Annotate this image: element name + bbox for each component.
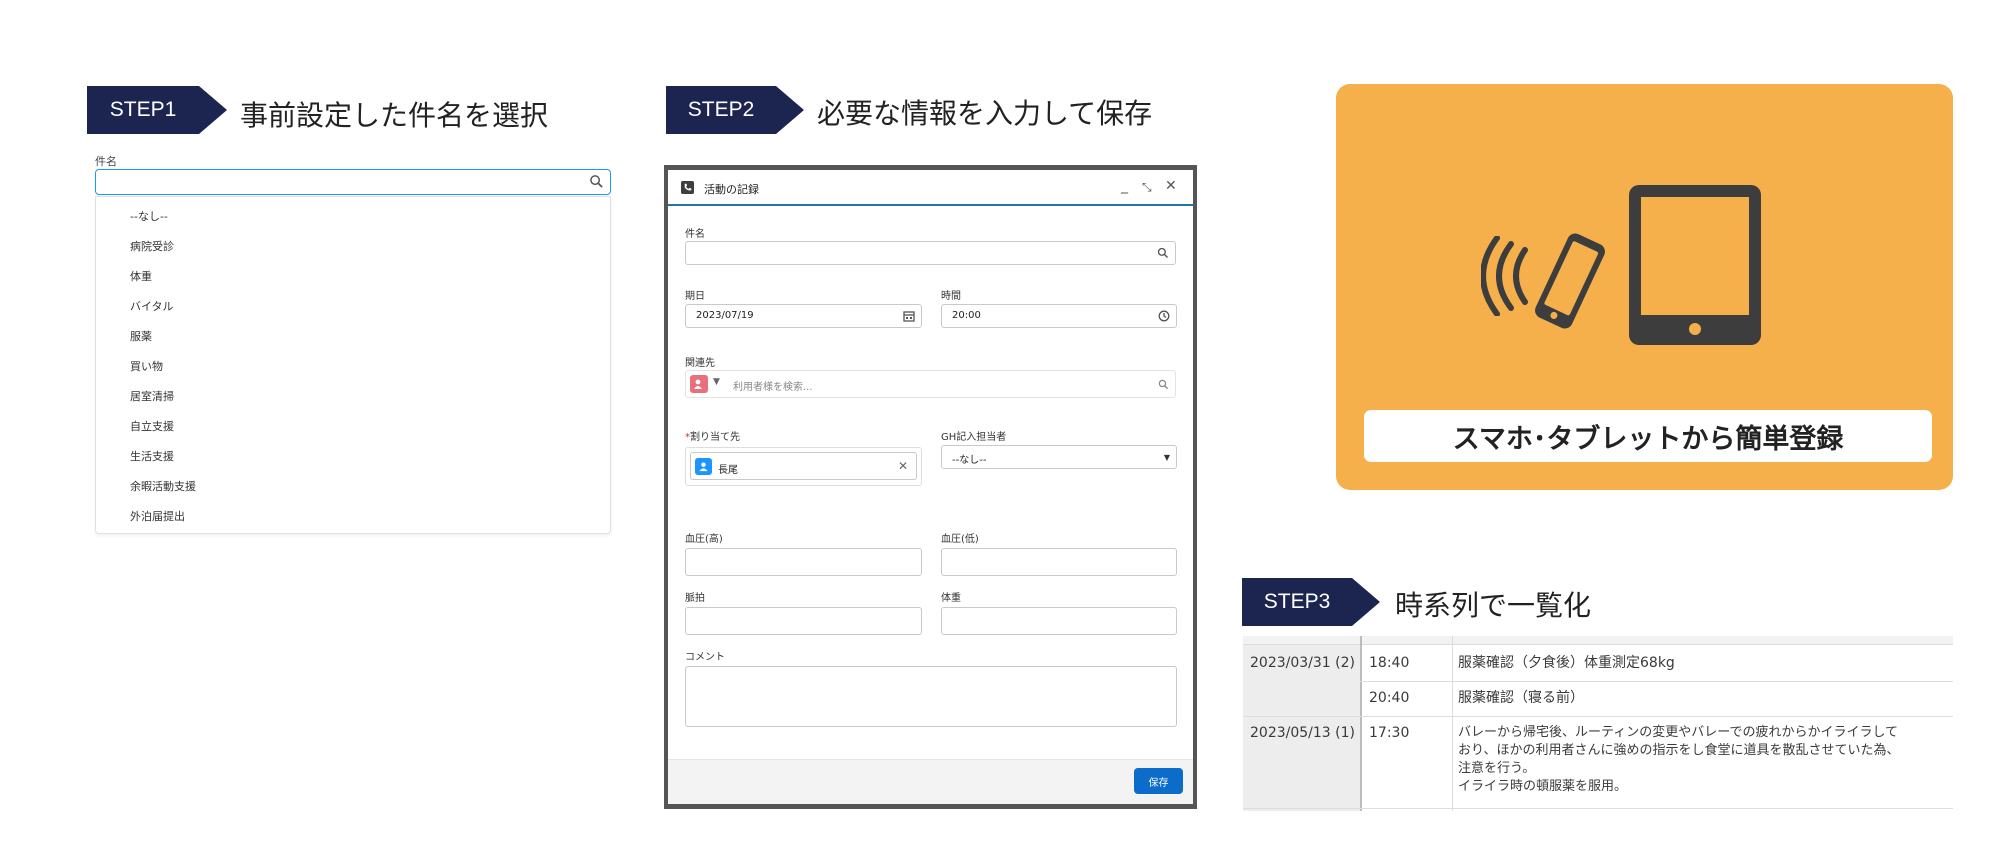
date-label: 期日 <box>685 291 705 302</box>
comment-label: コメント <box>685 652 725 663</box>
row-divider <box>1243 716 1953 717</box>
search-icon <box>1158 379 1169 390</box>
option-leisure-support[interactable]: 余暇活動支援 <box>130 478 196 494</box>
row-divider <box>1243 808 1953 809</box>
option-vital[interactable]: バイタル <box>130 298 174 314</box>
chevron-down-icon[interactable]: ▼ <box>713 377 720 387</box>
step3-badge: STEP3 <box>1242 578 1380 626</box>
column-divider <box>1360 636 1362 811</box>
table-row-time: 20:40 <box>1369 690 1410 706</box>
dialog-header: 活動の記録 _ ⤡ ✕ <box>668 170 1193 206</box>
option-none[interactable]: --なし-- <box>130 208 168 224</box>
activity-record-dialog: 活動の記録 _ ⤡ ✕ 件名 期日 2023/07/19 時間 20:00 関連… <box>668 170 1193 804</box>
option-shopping[interactable]: 買い物 <box>130 358 163 374</box>
comment-textarea[interactable] <box>685 666 1177 727</box>
step1-badge: STEP1 <box>87 86 227 134</box>
table-row-date: 2023/05/13 (1) <box>1250 725 1355 741</box>
time-label: 時間 <box>941 291 961 302</box>
option-weight[interactable]: 体重 <box>130 268 152 284</box>
option-hospital[interactable]: 病院受診 <box>130 238 174 254</box>
table-row-text: 服薬確認（寝る前） <box>1458 690 1584 706</box>
step2-title: 必要な情報を入力して保存 <box>817 97 1153 130</box>
assignee-field: 長尾 ✕ <box>685 447 922 486</box>
option-overnight-notice[interactable]: 外泊届提出 <box>130 508 185 524</box>
clock-icon[interactable] <box>1158 310 1170 322</box>
gh-writer-label: GH記入担当者 <box>941 432 1007 443</box>
subject-label: 件名 <box>95 155 117 168</box>
related-label: 関連先 <box>685 358 715 369</box>
remove-icon[interactable]: ✕ <box>898 459 908 473</box>
calendar-icon[interactable] <box>903 310 915 322</box>
table-row-text-line: バレーから帰宅後、ルーティンの変更やバレーでの疲れからかイライラして <box>1458 725 1899 740</box>
subject-input[interactable] <box>685 241 1176 265</box>
dialog-footer: 保存 <box>668 759 1193 804</box>
person-icon <box>694 379 702 389</box>
option-medication[interactable]: 服薬 <box>130 328 152 344</box>
subject-options-list: --なし-- 病院受診 体重 バイタル 服薬 買い物 居室清掃 自立支援 生活支… <box>95 196 611 534</box>
pulse-label: 脈拍 <box>685 593 705 604</box>
tablet-icon <box>1629 185 1761 345</box>
assignee-pill[interactable]: 長尾 ✕ <box>690 452 917 480</box>
bp-high-input[interactable] <box>685 548 922 576</box>
weight-input[interactable] <box>941 607 1177 635</box>
table-row-time: 17:30 <box>1369 725 1410 741</box>
table-row-text-line: イライラ時の頓服薬を服用。 <box>1458 779 1628 794</box>
save-button[interactable]: 保存 <box>1134 768 1183 794</box>
option-life-support[interactable]: 生活支援 <box>130 448 174 464</box>
step3-title: 時系列で一覧化 <box>1395 589 1592 622</box>
table-row-date: 2023/03/31 (2) <box>1250 655 1355 671</box>
date-value: 2023/07/19 <box>696 310 754 321</box>
chevron-down-icon: ▼ <box>1163 453 1170 462</box>
weight-label: 体重 <box>941 593 961 604</box>
close-icon[interactable]: ✕ <box>1165 178 1177 194</box>
bp-high-label: 血圧(高) <box>685 534 723 545</box>
table-row-text-line: 注意を行う。 <box>1458 761 1536 776</box>
step2-badge: STEP2 <box>666 86 804 134</box>
related-lookup-input[interactable]: ▼ 利用者様を検索... <box>685 370 1176 398</box>
bp-low-label: 血圧(低) <box>941 534 979 545</box>
minimize-icon[interactable]: _ <box>1121 178 1128 194</box>
gh-writer-select[interactable]: --なし-- ▼ <box>941 445 1177 469</box>
option-room-cleaning[interactable]: 居室清掃 <box>130 388 174 404</box>
dialog-title: 活動の記録 <box>704 183 759 196</box>
date-input[interactable]: 2023/07/19 <box>685 304 922 328</box>
search-icon <box>590 175 603 188</box>
assignee-value: 長尾 <box>718 465 738 476</box>
gh-writer-value: --なし-- <box>952 455 987 466</box>
collapse-icon[interactable]: ⤡ <box>1142 180 1152 195</box>
smartphone-icon <box>1535 233 1605 329</box>
column-divider <box>1452 636 1453 811</box>
table-row-text: 服薬確認（夕食後）体重測定68kg <box>1458 655 1675 671</box>
time-input[interactable]: 20:00 <box>941 304 1177 328</box>
subject-label: 件名 <box>685 229 705 240</box>
time-value: 20:00 <box>952 310 981 321</box>
search-icon <box>1157 247 1169 259</box>
person-icon <box>699 462 708 472</box>
assignee-label: *割り当て先 <box>685 432 740 443</box>
bp-low-input[interactable] <box>941 548 1177 576</box>
row-divider <box>1360 681 1953 682</box>
pulse-input[interactable] <box>685 607 922 635</box>
option-independence-support[interactable]: 自立支援 <box>130 418 174 434</box>
timeline-table: 2023/03/31 (2) 18:40 服薬確認（夕食後）体重測定68kg 2… <box>1243 636 1953 811</box>
phone-icon <box>681 181 694 194</box>
related-placeholder: 利用者様を検索... <box>733 382 813 393</box>
table-row-time: 18:40 <box>1369 655 1410 671</box>
subject-search-input[interactable] <box>95 169 611 195</box>
top-border <box>1243 636 1953 645</box>
table-row-text-line: おり、ほかの利用者さんに強めの指示をし食堂に道具を散乱させていた為、 <box>1458 743 1900 758</box>
promo-caption: スマホ･タブレットから簡単登録 <box>1364 410 1932 462</box>
step1-title: 事前設定した件名を選択 <box>240 99 549 132</box>
promo-card: スマホ･タブレットから簡単登録 <box>1336 84 1953 490</box>
